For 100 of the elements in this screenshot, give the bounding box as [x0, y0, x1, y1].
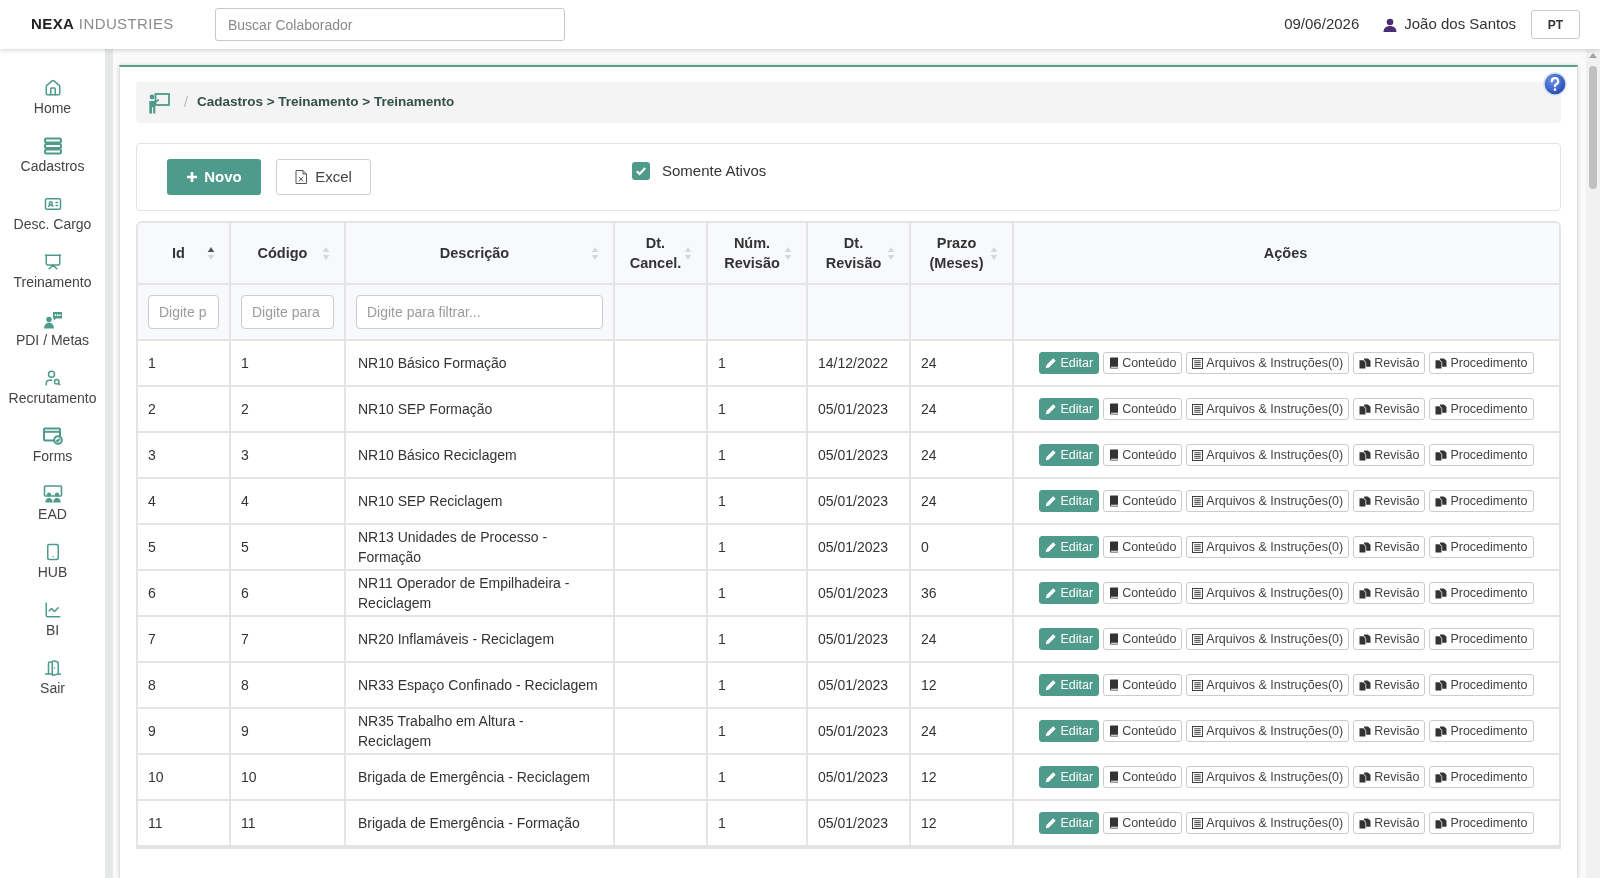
sidebar-item[interactable]: Cadastros	[0, 137, 105, 195]
table-cell: 8	[138, 663, 231, 709]
table-cell: 4	[231, 479, 346, 525]
procedure-button[interactable]: Procedimento	[1429, 720, 1534, 742]
search-field[interactable]: Buscar Colaborador	[215, 8, 565, 41]
excel-button[interactable]: Excel	[276, 159, 371, 195]
sidebar-item[interactable]: PDI / Metas	[0, 311, 105, 369]
revision-button[interactable]: Revisão	[1353, 444, 1426, 466]
table-cell: 7	[231, 617, 346, 663]
list-icon	[1192, 541, 1204, 553]
table-cell: NR10 Básico Reciclagem	[346, 433, 615, 479]
table-cell: 2	[138, 387, 231, 433]
procedure-button[interactable]: Procedimento	[1429, 536, 1534, 558]
list-icon	[1192, 771, 1204, 783]
procedure-button[interactable]: Procedimento	[1429, 628, 1534, 650]
content-button[interactable]: Conteúdo	[1103, 720, 1183, 742]
revision-button[interactable]: Revisão	[1353, 582, 1426, 604]
scroll-up-arrow-icon[interactable]	[1589, 53, 1597, 58]
files-button[interactable]: Arquivos & Instruções(0)	[1186, 352, 1350, 374]
checkbox[interactable]	[632, 162, 650, 181]
revision-button[interactable]: Revisão	[1353, 536, 1426, 558]
column-header[interactable]: Prazo (Meses)	[911, 223, 1014, 285]
files-button[interactable]: Arquivos & Instruções(0)	[1186, 398, 1350, 420]
copy-icon	[1435, 679, 1448, 691]
procedure-button[interactable]: Procedimento	[1429, 582, 1534, 604]
table-cell: 3	[231, 433, 346, 479]
book-icon	[1109, 725, 1120, 737]
content-button[interactable]: Conteúdo	[1103, 628, 1183, 650]
column-header[interactable]: Código	[231, 223, 346, 285]
pencil-icon	[1045, 817, 1058, 829]
files-button[interactable]: Arquivos & Instruções(0)	[1186, 812, 1350, 834]
revision-button[interactable]: Revisão	[1353, 674, 1426, 696]
filter-field[interactable]: Digite p	[148, 295, 219, 329]
content-button[interactable]: Conteúdo	[1103, 766, 1183, 788]
table-cell: NR11 Operador de Empilhadeira - Reciclagem	[346, 571, 615, 617]
revision-button[interactable]: Revisão	[1353, 490, 1426, 512]
copy-icon	[1359, 679, 1372, 691]
content-button[interactable]: Conteúdo	[1103, 444, 1183, 466]
content-button[interactable]: Conteúdo	[1103, 674, 1183, 696]
user-name: João dos Santos	[1404, 14, 1516, 35]
table-cell: 05/01/2023	[808, 617, 911, 663]
procedure-button[interactable]: Procedimento	[1429, 398, 1534, 420]
filter-field[interactable]: Digite para filtrar...	[356, 295, 603, 329]
content-button[interactable]: Conteúdo	[1103, 582, 1183, 604]
files-button[interactable]: Arquivos & Instruções(0)	[1186, 490, 1350, 512]
procedure-button[interactable]: Procedimento	[1429, 812, 1534, 834]
sidebar-item[interactable]: BI	[0, 601, 105, 659]
filter-field[interactable]: Digite para	[241, 295, 334, 329]
table-cell: NR20 Inflamáveis - Reciclagem	[346, 617, 615, 663]
content-button[interactable]: Conteúdo	[1103, 812, 1183, 834]
column-header[interactable]: Núm. Revisão	[708, 223, 808, 285]
help-icon[interactable]	[1543, 72, 1567, 96]
table-cell: NR13 Unidades de Processo - Formação	[346, 525, 615, 571]
sidebar-item[interactable]: Desc. Cargo	[0, 195, 105, 253]
files-button[interactable]: Arquivos & Instruções(0)	[1186, 582, 1350, 604]
procedure-button[interactable]: Procedimento	[1429, 674, 1534, 696]
procedure-button[interactable]: Procedimento	[1429, 352, 1534, 374]
sidebar-item[interactable]: EAD	[0, 485, 105, 543]
revision-button[interactable]: Revisão	[1353, 352, 1426, 374]
sidebar-item[interactable]: HUB	[0, 543, 105, 601]
content-button[interactable]: Conteúdo	[1103, 352, 1183, 374]
revision-button[interactable]: Revisão	[1353, 812, 1426, 834]
sidebar-item[interactable]: Recrutamento	[0, 369, 105, 427]
revision-button[interactable]: Revisão	[1353, 720, 1426, 742]
files-button[interactable]: Arquivos & Instruções(0)	[1186, 674, 1350, 696]
book-icon	[1109, 541, 1120, 553]
scrollbar-thumb[interactable]	[1589, 66, 1597, 189]
table-cell: 05/01/2023	[808, 801, 911, 847]
copy-icon	[1435, 587, 1448, 599]
table-cell: 11	[138, 801, 231, 847]
column-header[interactable]: Descrição	[346, 223, 615, 285]
files-button[interactable]: Arquivos & Instruções(0)	[1186, 628, 1350, 650]
content-button[interactable]: Conteúdo	[1103, 490, 1183, 512]
checkbox-label: Somente Ativos	[662, 161, 767, 181]
revision-button[interactable]: Revisão	[1353, 398, 1426, 420]
sidebar-item[interactable]: Treinamento	[0, 253, 105, 311]
sidebar-item[interactable]: Sair	[0, 659, 105, 717]
procedure-button[interactable]: Procedimento	[1429, 444, 1534, 466]
language-button[interactable]: PT	[1531, 10, 1580, 39]
procedure-button[interactable]: Procedimento	[1429, 766, 1534, 788]
sidebar-item[interactable]: Forms	[0, 427, 105, 485]
files-button[interactable]: Arquivos & Instruções(0)	[1186, 720, 1350, 742]
column-header[interactable]: Id	[138, 223, 231, 285]
column-header[interactable]: Dt. Cancel.	[615, 223, 708, 285]
table-cell: 2	[231, 387, 346, 433]
content-button[interactable]: Conteúdo	[1103, 398, 1183, 420]
procedure-button[interactable]: Procedimento	[1429, 490, 1534, 512]
column-header: Ações	[1014, 223, 1559, 285]
list-icon	[1192, 725, 1204, 737]
files-button[interactable]: Arquivos & Instruções(0)	[1186, 444, 1350, 466]
files-button[interactable]: Arquivos & Instruções(0)	[1186, 766, 1350, 788]
files-button[interactable]: Arquivos & Instruções(0)	[1186, 536, 1350, 558]
revision-button[interactable]: Revisão	[1353, 766, 1426, 788]
table-cell: 8	[231, 663, 346, 709]
vertical-scrollbar[interactable]	[1586, 49, 1600, 878]
column-header[interactable]: Dt. Revisão	[808, 223, 911, 285]
content-button[interactable]: Conteúdo	[1103, 536, 1183, 558]
revision-button[interactable]: Revisão	[1353, 628, 1426, 650]
sidebar-item[interactable]: Home	[0, 79, 105, 137]
user-icon	[1383, 17, 1398, 32]
